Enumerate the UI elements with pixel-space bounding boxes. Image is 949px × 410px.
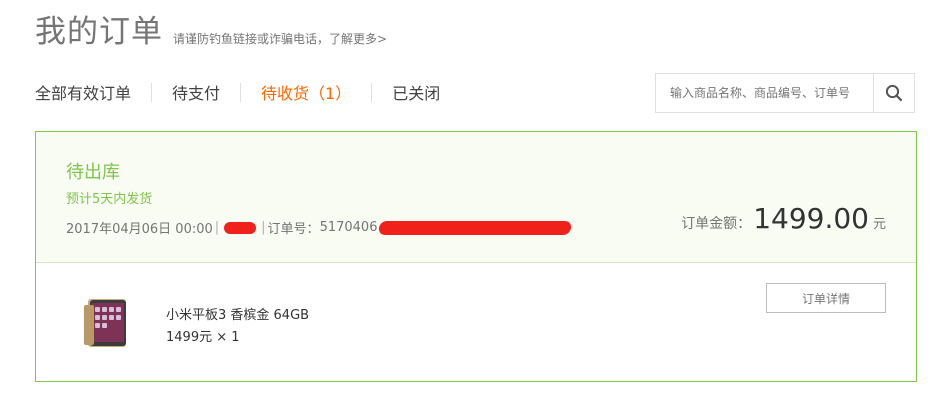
product-price-quantity: 1499元 × 1: [166, 330, 240, 345]
tab-divider: [371, 82, 373, 102]
search-button[interactable]: [873, 74, 914, 112]
order-date: 2017年04月06日 00:00: [66, 222, 213, 237]
page-title: 我的订单: [35, 14, 163, 50]
tab-pending-payment[interactable]: 待支付: [172, 80, 220, 104]
order-number: 5170406: [319, 220, 378, 235]
tab-divider: [151, 82, 153, 102]
order-meta: 2017年04月06日 00:00 | | 订单号： 5170406: [66, 218, 573, 237]
page-header: 我的订单 请谨防钓鱼链接或诈骗电话，了解更多>: [35, 12, 387, 52]
tab-divider: [240, 82, 242, 102]
product-name[interactable]: 小米平板3 香槟金 64GB: [166, 304, 309, 323]
order-number-label: 订单号：: [267, 222, 320, 237]
order-total-unit: 元: [872, 217, 886, 232]
order-search-box: [655, 73, 915, 113]
tab-all-valid-orders[interactable]: 全部有效订单: [35, 80, 131, 104]
order-card: 待出库 预计5天内发货 2017年04月06日 00:00 | | 订单号： 5…: [35, 131, 917, 382]
redaction-mark: [378, 220, 573, 235]
tab-pending-receipt[interactable]: 待收货（1）: [261, 80, 351, 104]
order-detail-button[interactable]: 订单详情: [766, 283, 886, 313]
order-filter-tabs: 全部有效订单 待支付 待收货（1） 已关闭: [35, 80, 440, 104]
order-shipping-estimate: 预计5天内发货: [66, 192, 153, 207]
meta-divider: |: [214, 220, 220, 235]
redaction-mark: [224, 221, 257, 234]
order-total: 订单金额： 1499.00 元: [681, 202, 886, 235]
product-thumbnail[interactable]: [84, 297, 130, 349]
order-status: 待出库: [66, 162, 120, 183]
fraud-notice-link[interactable]: 请谨防钓鱼链接或诈骗电话，了解更多>: [173, 30, 387, 47]
search-icon: [886, 84, 903, 102]
order-total-amount: 1499.00: [753, 202, 869, 235]
order-search-input[interactable]: [656, 74, 874, 112]
order-total-label: 订单金额：: [681, 216, 752, 232]
order-header: 待出库 预计5天内发货 2017年04月06日 00:00 | | 订单号： 5…: [36, 132, 916, 263]
meta-divider: |: [261, 220, 266, 235]
tab-closed[interactable]: 已关闭: [392, 80, 440, 104]
order-items: 小米平板3 香槟金 64GB 1499元 × 1 订单详情: [36, 263, 916, 382]
